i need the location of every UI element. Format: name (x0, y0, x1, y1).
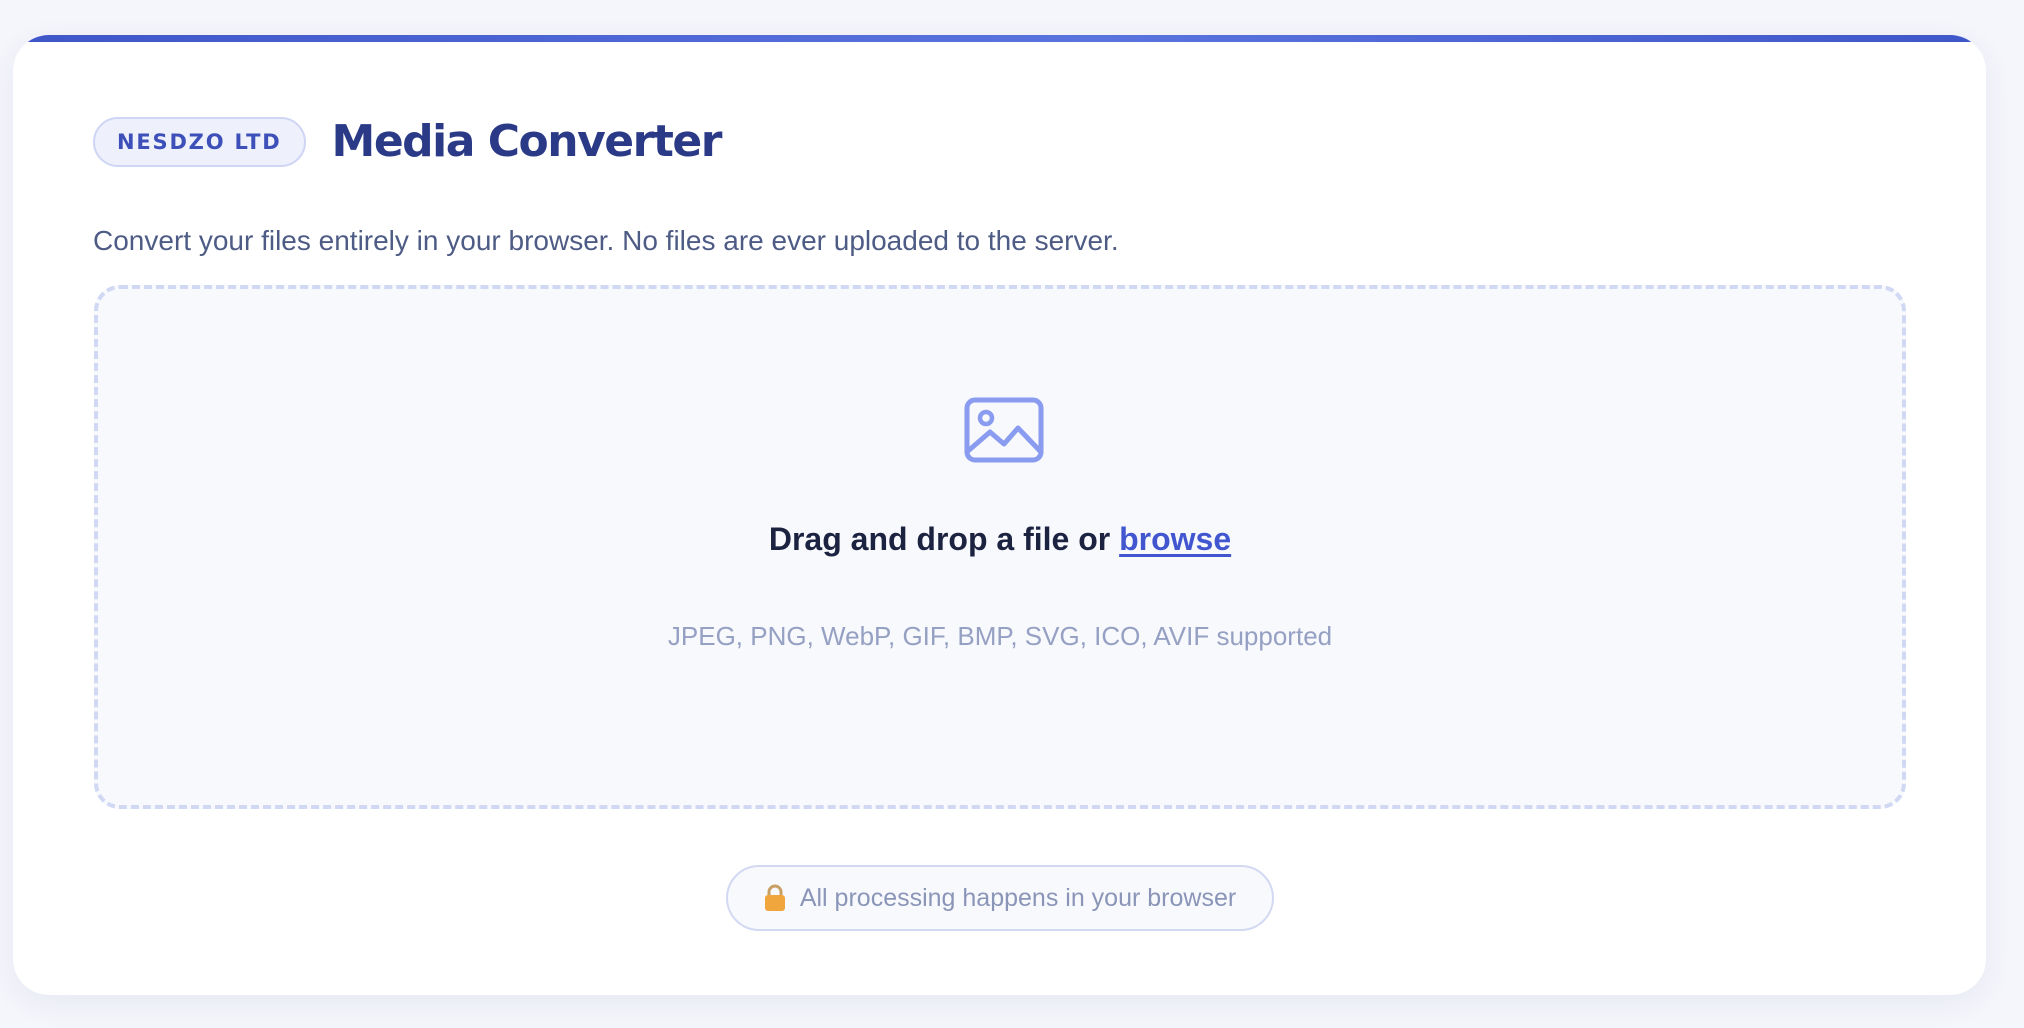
privacy-text: All processing happens in your browser (799, 883, 1237, 912)
drop-prompt: Drag and drop a file or browse (98, 521, 1902, 558)
image-icon (964, 397, 1044, 463)
browse-link[interactable]: browse (1119, 521, 1231, 557)
accent-bar (13, 35, 1986, 42)
drop-prompt-text: Drag and drop a file or (768, 521, 1120, 557)
supported-formats: JPEG, PNG, WebP, GIF, BMP, SVG, ICO, AVI… (667, 621, 1333, 651)
converter-card: NESDZO LTD Media Converter Convert your … (13, 35, 1986, 995)
header: NESDZO LTD Media Converter (93, 116, 723, 167)
lock-icon (764, 884, 785, 911)
file-dropzone[interactable]: Drag and drop a file or browse JPEG, PNG… (94, 285, 1906, 809)
brand-badge: NESDZO LTD (93, 116, 306, 167)
page-subtitle: Convert your files entirely in your brow… (93, 225, 1119, 256)
page-title: Media Converter (331, 116, 723, 167)
privacy-notice: All processing happens in your browser (726, 865, 1274, 931)
